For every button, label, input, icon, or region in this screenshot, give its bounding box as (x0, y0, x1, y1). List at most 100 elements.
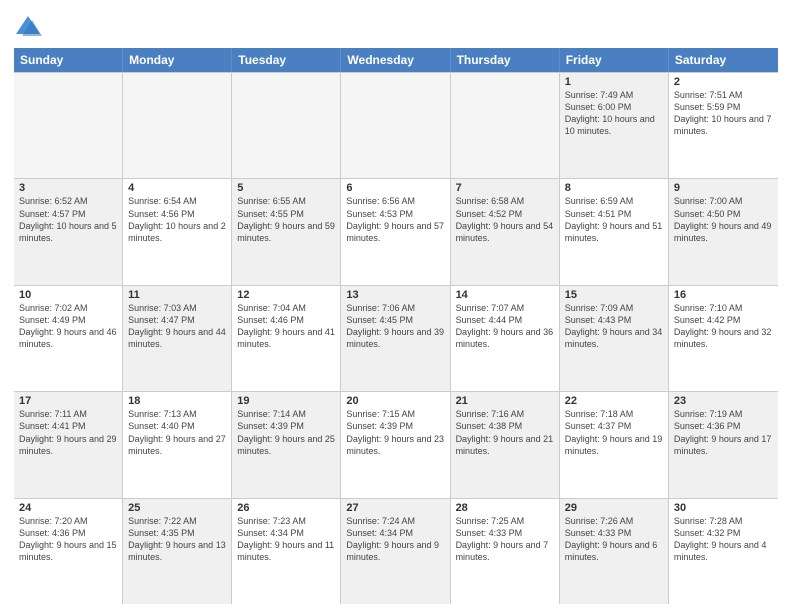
calendar: SundayMondayTuesdayWednesdayThursdayFrid… (14, 48, 778, 604)
calendar-header: SundayMondayTuesdayWednesdayThursdayFrid… (14, 48, 778, 72)
day-number: 3 (19, 182, 117, 194)
day-info: Sunrise: 7:19 AM Sunset: 4:36 PM Dayligh… (674, 408, 773, 457)
calendar-cell-empty-0 (14, 73, 123, 178)
header-day-sunday: Sunday (14, 48, 123, 72)
day-info: Sunrise: 6:59 AM Sunset: 4:51 PM Dayligh… (565, 195, 663, 244)
day-number: 20 (346, 395, 444, 407)
calendar-cell-30: 30Sunrise: 7:28 AM Sunset: 4:32 PM Dayli… (669, 499, 778, 604)
day-info: Sunrise: 7:49 AM Sunset: 6:00 PM Dayligh… (565, 89, 663, 138)
day-number: 23 (674, 395, 773, 407)
calendar-cell-empty-2 (232, 73, 341, 178)
day-info: Sunrise: 7:51 AM Sunset: 5:59 PM Dayligh… (674, 89, 773, 138)
day-info: Sunrise: 7:25 AM Sunset: 4:33 PM Dayligh… (456, 515, 554, 564)
logo (14, 14, 45, 42)
day-info: Sunrise: 7:16 AM Sunset: 4:38 PM Dayligh… (456, 408, 554, 457)
day-info: Sunrise: 7:06 AM Sunset: 4:45 PM Dayligh… (346, 302, 444, 351)
calendar-cell-26: 26Sunrise: 7:23 AM Sunset: 4:34 PM Dayli… (232, 499, 341, 604)
day-info: Sunrise: 7:14 AM Sunset: 4:39 PM Dayligh… (237, 408, 335, 457)
day-info: Sunrise: 6:55 AM Sunset: 4:55 PM Dayligh… (237, 195, 335, 244)
calendar-cell-17: 17Sunrise: 7:11 AM Sunset: 4:41 PM Dayli… (14, 392, 123, 497)
day-number: 28 (456, 502, 554, 514)
day-number: 14 (456, 289, 554, 301)
day-info: Sunrise: 7:23 AM Sunset: 4:34 PM Dayligh… (237, 515, 335, 564)
day-info: Sunrise: 7:22 AM Sunset: 4:35 PM Dayligh… (128, 515, 226, 564)
calendar-cell-empty-4 (451, 73, 560, 178)
day-info: Sunrise: 7:00 AM Sunset: 4:50 PM Dayligh… (674, 195, 773, 244)
calendar-cell-2: 2Sunrise: 7:51 AM Sunset: 5:59 PM Daylig… (669, 73, 778, 178)
day-number: 11 (128, 289, 226, 301)
day-number: 7 (456, 182, 554, 194)
day-info: Sunrise: 7:04 AM Sunset: 4:46 PM Dayligh… (237, 302, 335, 351)
day-number: 22 (565, 395, 663, 407)
day-number: 18 (128, 395, 226, 407)
calendar-cell-empty-3 (341, 73, 450, 178)
day-number: 12 (237, 289, 335, 301)
day-info: Sunrise: 7:07 AM Sunset: 4:44 PM Dayligh… (456, 302, 554, 351)
day-number: 5 (237, 182, 335, 194)
day-info: Sunrise: 7:11 AM Sunset: 4:41 PM Dayligh… (19, 408, 117, 457)
calendar-cell-22: 22Sunrise: 7:18 AM Sunset: 4:37 PM Dayli… (560, 392, 669, 497)
day-number: 19 (237, 395, 335, 407)
calendar-cell-1: 1Sunrise: 7:49 AM Sunset: 6:00 PM Daylig… (560, 73, 669, 178)
day-number: 24 (19, 502, 117, 514)
calendar-body: 1Sunrise: 7:49 AM Sunset: 6:00 PM Daylig… (14, 72, 778, 604)
calendar-cell-9: 9Sunrise: 7:00 AM Sunset: 4:50 PM Daylig… (669, 179, 778, 284)
header-day-wednesday: Wednesday (341, 48, 450, 72)
calendar-cell-20: 20Sunrise: 7:15 AM Sunset: 4:39 PM Dayli… (341, 392, 450, 497)
day-number: 4 (128, 182, 226, 194)
calendar-cell-18: 18Sunrise: 7:13 AM Sunset: 4:40 PM Dayli… (123, 392, 232, 497)
header (14, 10, 778, 42)
calendar-cell-10: 10Sunrise: 7:02 AM Sunset: 4:49 PM Dayli… (14, 286, 123, 391)
calendar-cell-6: 6Sunrise: 6:56 AM Sunset: 4:53 PM Daylig… (341, 179, 450, 284)
calendar-cell-16: 16Sunrise: 7:10 AM Sunset: 4:42 PM Dayli… (669, 286, 778, 391)
day-info: Sunrise: 7:26 AM Sunset: 4:33 PM Dayligh… (565, 515, 663, 564)
calendar-cell-28: 28Sunrise: 7:25 AM Sunset: 4:33 PM Dayli… (451, 499, 560, 604)
day-info: Sunrise: 7:20 AM Sunset: 4:36 PM Dayligh… (19, 515, 117, 564)
calendar-cell-29: 29Sunrise: 7:26 AM Sunset: 4:33 PM Dayli… (560, 499, 669, 604)
page: SundayMondayTuesdayWednesdayThursdayFrid… (0, 0, 792, 612)
header-day-tuesday: Tuesday (232, 48, 341, 72)
header-day-thursday: Thursday (451, 48, 560, 72)
calendar-cell-21: 21Sunrise: 7:16 AM Sunset: 4:38 PM Dayli… (451, 392, 560, 497)
calendar-cell-23: 23Sunrise: 7:19 AM Sunset: 4:36 PM Dayli… (669, 392, 778, 497)
day-info: Sunrise: 7:02 AM Sunset: 4:49 PM Dayligh… (19, 302, 117, 351)
day-info: Sunrise: 7:10 AM Sunset: 4:42 PM Dayligh… (674, 302, 773, 351)
day-info: Sunrise: 6:56 AM Sunset: 4:53 PM Dayligh… (346, 195, 444, 244)
day-info: Sunrise: 7:09 AM Sunset: 4:43 PM Dayligh… (565, 302, 663, 351)
header-day-saturday: Saturday (669, 48, 778, 72)
day-number: 29 (565, 502, 663, 514)
day-number: 26 (237, 502, 335, 514)
day-number: 10 (19, 289, 117, 301)
day-info: Sunrise: 6:54 AM Sunset: 4:56 PM Dayligh… (128, 195, 226, 244)
day-number: 25 (128, 502, 226, 514)
calendar-cell-13: 13Sunrise: 7:06 AM Sunset: 4:45 PM Dayli… (341, 286, 450, 391)
header-day-monday: Monday (123, 48, 232, 72)
day-number: 1 (565, 76, 663, 88)
calendar-cell-8: 8Sunrise: 6:59 AM Sunset: 4:51 PM Daylig… (560, 179, 669, 284)
day-info: Sunrise: 7:13 AM Sunset: 4:40 PM Dayligh… (128, 408, 226, 457)
day-info: Sunrise: 7:24 AM Sunset: 4:34 PM Dayligh… (346, 515, 444, 564)
calendar-row-3: 17Sunrise: 7:11 AM Sunset: 4:41 PM Dayli… (14, 392, 778, 498)
day-number: 21 (456, 395, 554, 407)
calendar-cell-12: 12Sunrise: 7:04 AM Sunset: 4:46 PM Dayli… (232, 286, 341, 391)
calendar-cell-14: 14Sunrise: 7:07 AM Sunset: 4:44 PM Dayli… (451, 286, 560, 391)
calendar-cell-27: 27Sunrise: 7:24 AM Sunset: 4:34 PM Dayli… (341, 499, 450, 604)
day-number: 15 (565, 289, 663, 301)
day-info: Sunrise: 7:15 AM Sunset: 4:39 PM Dayligh… (346, 408, 444, 457)
day-info: Sunrise: 7:18 AM Sunset: 4:37 PM Dayligh… (565, 408, 663, 457)
calendar-cell-4: 4Sunrise: 6:54 AM Sunset: 4:56 PM Daylig… (123, 179, 232, 284)
day-number: 9 (674, 182, 773, 194)
calendar-cell-15: 15Sunrise: 7:09 AM Sunset: 4:43 PM Dayli… (560, 286, 669, 391)
day-number: 2 (674, 76, 773, 88)
day-info: Sunrise: 6:58 AM Sunset: 4:52 PM Dayligh… (456, 195, 554, 244)
calendar-cell-5: 5Sunrise: 6:55 AM Sunset: 4:55 PM Daylig… (232, 179, 341, 284)
calendar-row-1: 3Sunrise: 6:52 AM Sunset: 4:57 PM Daylig… (14, 179, 778, 285)
calendar-cell-3: 3Sunrise: 6:52 AM Sunset: 4:57 PM Daylig… (14, 179, 123, 284)
calendar-cell-7: 7Sunrise: 6:58 AM Sunset: 4:52 PM Daylig… (451, 179, 560, 284)
day-number: 17 (19, 395, 117, 407)
calendar-cell-25: 25Sunrise: 7:22 AM Sunset: 4:35 PM Dayli… (123, 499, 232, 604)
calendar-row-2: 10Sunrise: 7:02 AM Sunset: 4:49 PM Dayli… (14, 286, 778, 392)
day-number: 30 (674, 502, 773, 514)
logo-icon (14, 14, 42, 42)
day-info: Sunrise: 6:52 AM Sunset: 4:57 PM Dayligh… (19, 195, 117, 244)
